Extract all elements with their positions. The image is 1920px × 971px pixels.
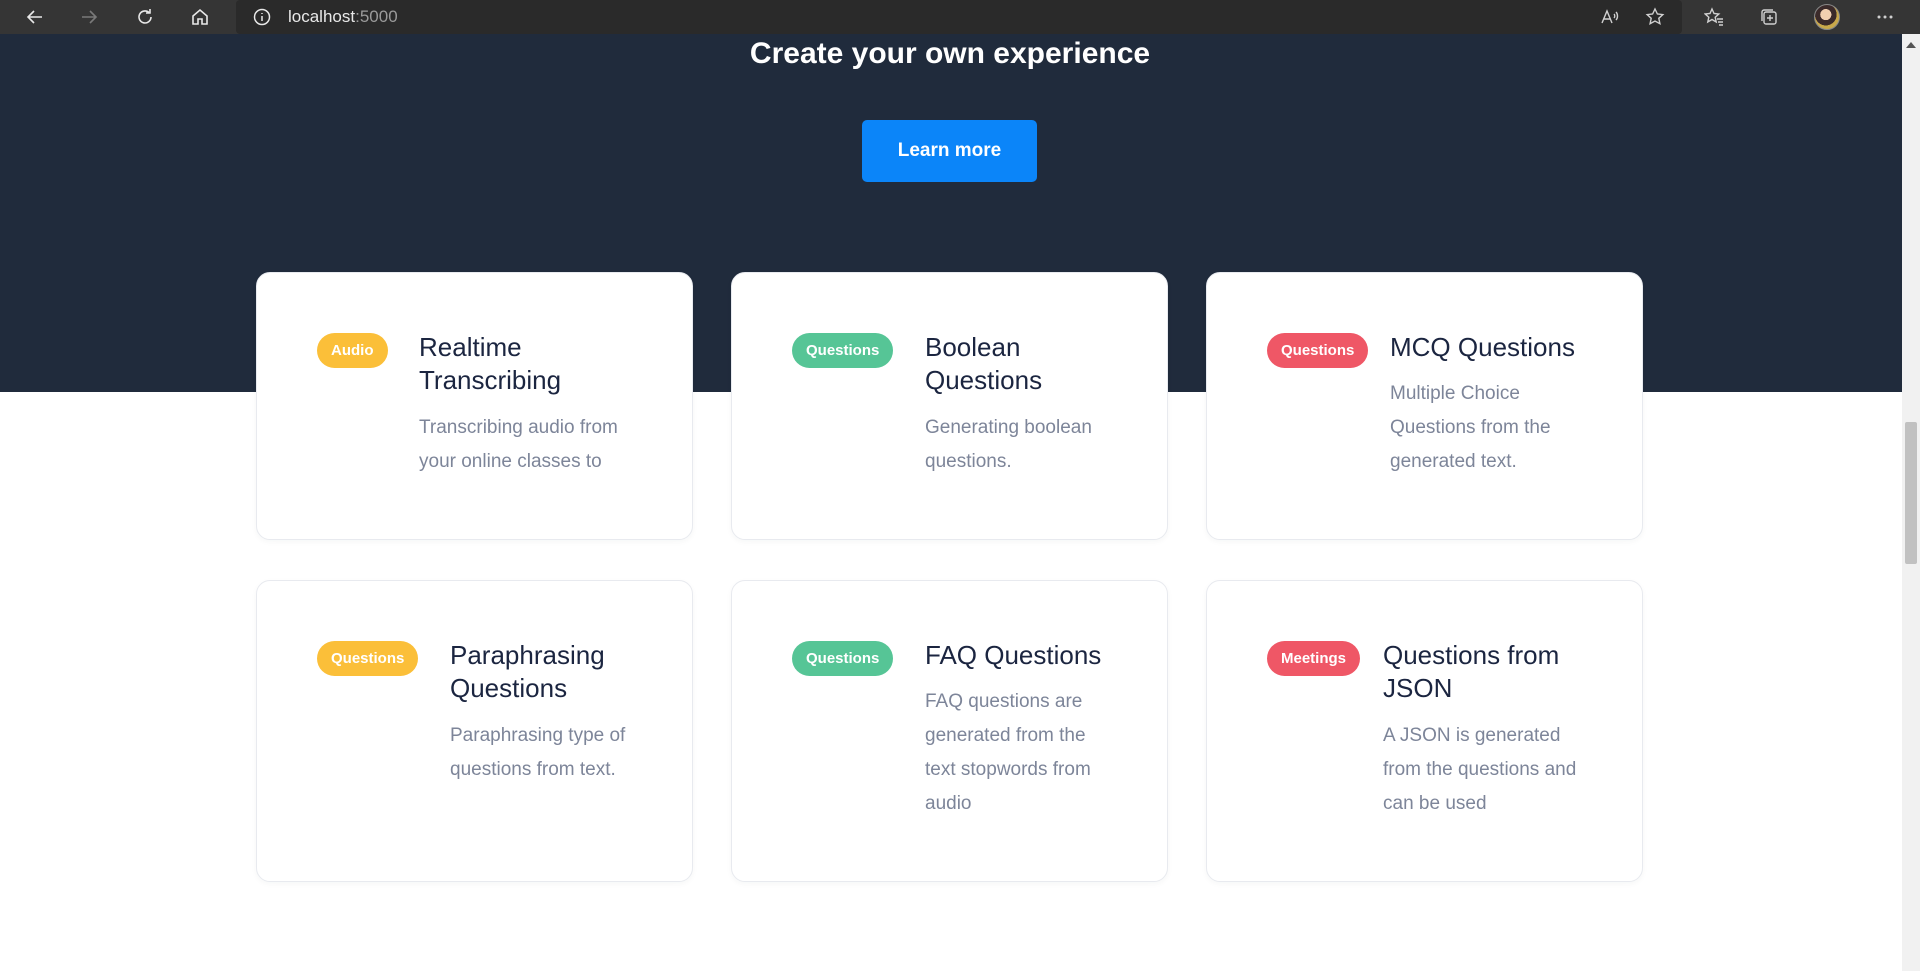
collections-icon[interactable] <box>1752 0 1786 34</box>
card-title: Boolean Questions <box>925 332 1043 395</box>
card-description: Multiple Choice Questions from the gener… <box>1390 383 1551 472</box>
hero-title: Create your own experience <box>749 37 1151 70</box>
forward-icon[interactable] <box>72 0 106 34</box>
feature-card[interactable]: Audio Realtime Transcribing Transcribing… <box>256 272 693 540</box>
browser-toolbar: localhost:5000 <box>0 0 1920 34</box>
category-badge: Audio <box>317 333 388 368</box>
favorites-icon[interactable] <box>1697 0 1731 34</box>
card-title: Questions from JSON <box>1383 640 1560 703</box>
site-info-icon[interactable] <box>252 7 272 27</box>
category-badge: Questions <box>792 641 894 676</box>
feature-card[interactable]: Questions Paraphrasing Questions Paraphr… <box>256 580 693 882</box>
card-title: MCQ Questions <box>1390 332 1575 362</box>
learn-more-button[interactable]: Learn more <box>862 120 1037 182</box>
card-title: FAQ Questions <box>925 640 1102 670</box>
back-icon[interactable] <box>18 0 52 34</box>
url-text: localhost:5000 <box>288 7 398 26</box>
category-badge: Questions <box>1267 333 1369 368</box>
read-aloud-icon[interactable] <box>1592 0 1626 34</box>
card-title: Paraphrasing Questions <box>450 640 605 703</box>
feature-card[interactable]: Questions Boolean Questions Generating b… <box>731 272 1168 540</box>
feature-card[interactable]: Questions MCQ Questions Multiple Choice … <box>1206 272 1643 540</box>
card-description: Transcribing audio from your online clas… <box>419 417 618 472</box>
feature-card[interactable]: Questions FAQ Questions FAQ questions ar… <box>731 580 1168 882</box>
scrollbar-thumb[interactable] <box>1905 422 1917 564</box>
profile-avatar[interactable] <box>1814 4 1840 30</box>
home-icon[interactable] <box>183 0 217 34</box>
card-description: FAQ questions are generated from the tex… <box>925 691 1091 814</box>
category-badge: Questions <box>792 333 894 368</box>
card-description: Generating boolean questions. <box>925 417 1092 472</box>
category-badge: Meetings <box>1267 641 1361 676</box>
add-favorite-icon[interactable] <box>1638 0 1672 34</box>
refresh-icon[interactable] <box>128 0 162 34</box>
page-scrollbar[interactable] <box>1902 34 1920 971</box>
scroll-up-arrow-icon[interactable] <box>1906 42 1916 48</box>
more-options-icon[interactable] <box>1868 0 1902 34</box>
card-description: A JSON is generated from the questions a… <box>1383 725 1577 814</box>
card-description: Paraphrasing type of questions from text… <box>450 725 626 780</box>
category-badge: Questions <box>317 641 419 676</box>
card-title: Realtime Transcribing <box>419 332 562 395</box>
feature-card[interactable]: Meetings Questions from JSON A JSON is g… <box>1206 580 1643 882</box>
address-bar[interactable]: localhost:5000 <box>236 0 1682 34</box>
